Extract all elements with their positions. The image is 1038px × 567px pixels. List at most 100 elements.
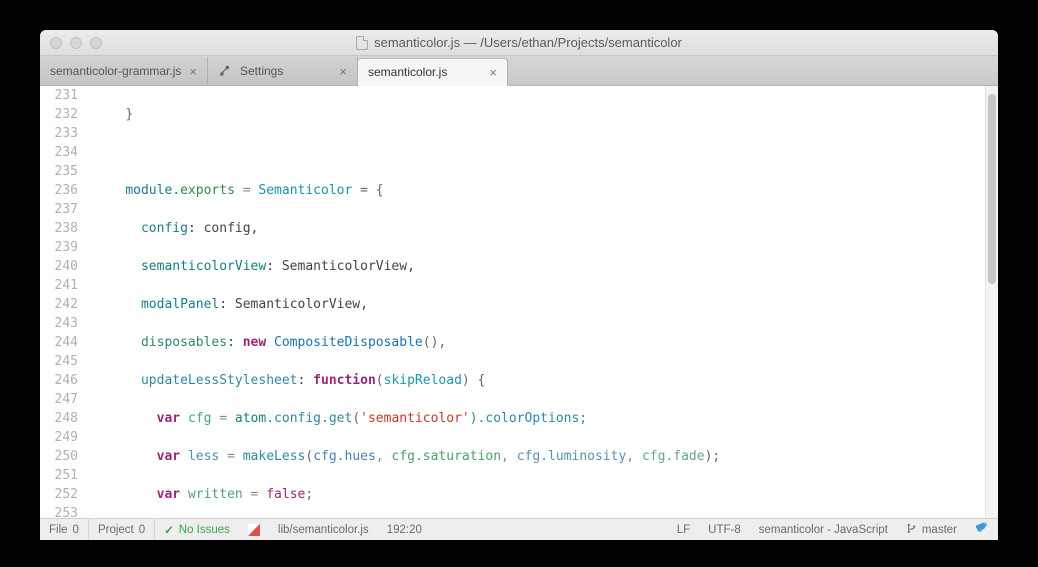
line-number: 238 — [40, 219, 78, 238]
code-token: new — [243, 335, 266, 350]
line-number: 240 — [40, 257, 78, 276]
line-number: 232 — [40, 105, 78, 124]
vertical-scrollbar[interactable] — [985, 86, 998, 518]
status-file-path[interactable]: lib/semanticolor.js — [269, 519, 378, 540]
code-token: atom — [235, 411, 266, 426]
line-number: 249 — [40, 428, 78, 447]
status-file-count[interactable]: File 0 — [40, 519, 89, 540]
status-issues[interactable]: ✓ No Issues — [155, 519, 239, 540]
status-encoding-text: UTF-8 — [708, 524, 741, 536]
line-number: 250 — [40, 447, 78, 466]
app-window: semanticolor.js — /Users/ethan/Projects/… — [40, 30, 998, 540]
document-icon — [356, 36, 368, 50]
code-token: } — [125, 107, 133, 122]
tab-semanticolor-js[interactable]: semanticolor.js × — [358, 58, 508, 86]
code-token: Semanticolor — [258, 183, 352, 198]
line-number: 251 — [40, 466, 78, 485]
tab-settings[interactable]: Settings × — [208, 57, 358, 85]
zoom-window-button[interactable] — [90, 37, 102, 49]
code-token: function — [313, 373, 376, 388]
code-token: .exports — [172, 183, 235, 198]
tab-bar: semanticolor-grammar.js × Settings × sem… — [40, 56, 998, 86]
status-line-ending-text: LF — [677, 524, 690, 536]
code-token: : config, — [188, 221, 258, 236]
status-bar: File 0 Project 0 ✓ No Issues lib/semanti… — [40, 518, 998, 540]
line-number: 253 — [40, 504, 78, 518]
status-git-branch[interactable]: master — [897, 523, 966, 537]
check-icon: ✓ — [164, 523, 174, 537]
code-token: disposables — [141, 335, 227, 350]
status-issues-text: No Issues — [179, 524, 230, 536]
squirrel-icon — [975, 521, 989, 538]
status-project-count[interactable]: Project 0 — [89, 519, 155, 540]
window-title: semanticolor.js — /Users/ethan/Projects/… — [40, 35, 998, 50]
close-icon[interactable]: × — [489, 65, 497, 80]
code-token: false — [266, 487, 305, 502]
line-number: 252 — [40, 485, 78, 504]
status-line-ending[interactable]: LF — [668, 524, 699, 536]
status-cursor-position[interactable]: 192:20 — [378, 519, 431, 540]
close-window-button[interactable] — [50, 37, 62, 49]
status-label: File — [49, 524, 68, 536]
scrollbar-thumb[interactable] — [988, 94, 996, 284]
line-number-gutter: 231 232 233 234 235 236 237 238 239 240 … — [40, 86, 86, 518]
code-token: cfg.hues — [313, 449, 376, 464]
code-token: CompositeDisposable — [274, 335, 423, 350]
code-blank-line — [94, 143, 998, 162]
line-number: 241 — [40, 276, 78, 295]
code-content[interactable]: } module.exports = Semanticolor = { conf… — [86, 86, 998, 518]
code-token: .config — [266, 411, 321, 426]
line-number: 242 — [40, 295, 78, 314]
line-number: 248 — [40, 409, 78, 428]
code-token: config — [141, 221, 188, 236]
line-number: 244 — [40, 333, 78, 352]
status-grammar[interactable]: semanticolor - JavaScript — [750, 524, 897, 536]
settings-icon — [218, 64, 232, 78]
status-value: 0 — [73, 524, 79, 536]
code-token: = — [235, 183, 258, 198]
line-number: 231 — [40, 86, 78, 105]
git-branch-icon — [906, 523, 917, 537]
line-number: 245 — [40, 352, 78, 371]
status-cursor-text: 192:20 — [387, 524, 422, 536]
status-path-text: lib/semanticolor.js — [278, 524, 369, 536]
line-number: 247 — [40, 390, 78, 409]
tab-label: semanticolor.js — [368, 65, 447, 79]
line-number: 234 — [40, 143, 78, 162]
close-icon[interactable]: × — [189, 64, 197, 79]
tab-label: semanticolor-grammar.js — [50, 64, 181, 78]
line-number: 246 — [40, 371, 78, 390]
status-encoding[interactable]: UTF-8 — [699, 524, 750, 536]
code-token: less — [188, 449, 219, 464]
code-token: : SemanticolorView, — [266, 259, 415, 274]
close-icon[interactable]: × — [339, 64, 347, 79]
window-title-text: semanticolor.js — /Users/ethan/Projects/… — [374, 35, 682, 50]
status-update-indicator[interactable] — [966, 521, 998, 538]
status-grammar-text: semanticolor - JavaScript — [759, 524, 888, 536]
code-token: .get — [321, 411, 352, 426]
line-number: 233 — [40, 124, 78, 143]
code-token: var — [157, 449, 180, 464]
editor-area[interactable]: 231 232 233 234 235 236 237 238 239 240 … — [40, 86, 998, 518]
code-token: skipReload — [384, 373, 462, 388]
status-value: 0 — [139, 524, 145, 536]
code-token: makeLess — [243, 449, 306, 464]
code-token: var — [157, 411, 180, 426]
code-token: module — [125, 183, 172, 198]
minimize-window-button[interactable] — [70, 37, 82, 49]
code-token: cfg — [188, 411, 211, 426]
line-number: 236 — [40, 181, 78, 200]
code-token: (), — [423, 335, 446, 350]
code-token: ).colorOptions; — [470, 411, 587, 426]
code-token: var — [157, 487, 180, 502]
code-token: cfg.fade — [642, 449, 705, 464]
code-token: cfg.saturation — [391, 449, 501, 464]
line-number: 239 — [40, 238, 78, 257]
code-token: : SemanticolorView, — [219, 297, 368, 312]
line-number: 235 — [40, 162, 78, 181]
traffic-lights — [40, 37, 102, 49]
tab-semanticolor-grammar[interactable]: semanticolor-grammar.js × — [40, 57, 208, 85]
code-token: 'semanticolor' — [360, 411, 470, 426]
status-color-indicator[interactable] — [239, 519, 269, 540]
code-token: cfg.luminosity — [517, 449, 627, 464]
